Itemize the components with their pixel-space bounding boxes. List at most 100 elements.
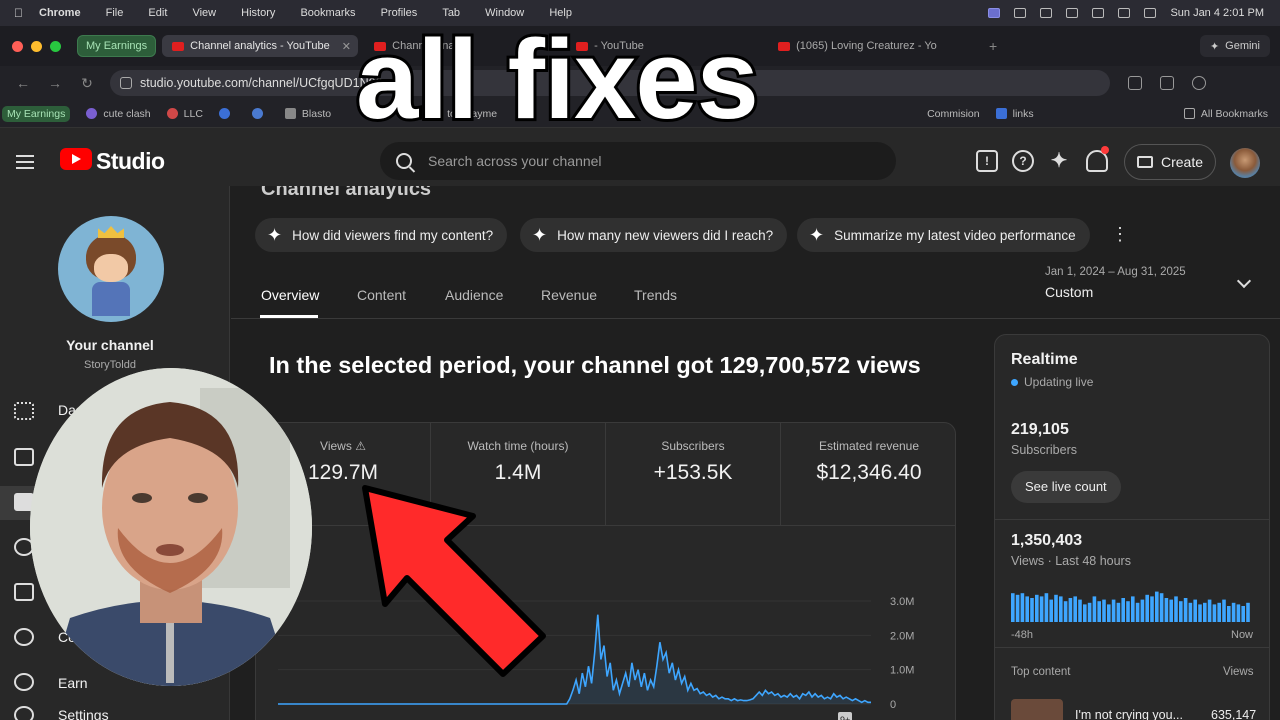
all-bookmarks[interactable]: All Bookmarks [1183, 108, 1268, 120]
bookmark-item[interactable]: links [995, 108, 1034, 120]
search-icon[interactable] [1144, 8, 1157, 18]
subtitles-icon[interactable] [14, 583, 34, 601]
realtime-bar[interactable] [1107, 604, 1111, 622]
realtime-bar[interactable] [1227, 606, 1231, 622]
realtime-bar[interactable] [1203, 602, 1207, 622]
bookmark-item[interactable] [218, 108, 236, 119]
close-window-button[interactable] [12, 40, 23, 52]
realtime-bar[interactable] [1212, 604, 1217, 622]
settings-icon[interactable] [14, 706, 34, 720]
feedback-icon[interactable]: ! [976, 150, 998, 172]
realtime-bar[interactable] [1059, 596, 1063, 622]
date-range-text[interactable]: Jan 1, 2024 – Aug 31, 2025 [1045, 266, 1186, 278]
status-icon[interactable] [1066, 8, 1079, 18]
realtime-bar[interactable] [1217, 602, 1221, 622]
extension-icon[interactable] [1160, 76, 1174, 90]
youtube-logo-icon[interactable] [60, 148, 92, 170]
apple-icon[interactable]:  [14, 6, 23, 20]
copyright-icon[interactable] [14, 628, 34, 646]
bookmark-my-earnings[interactable]: My Earnings [2, 105, 71, 122]
bookmark-item[interactable]: Blasto [284, 108, 331, 120]
account-avatar[interactable] [1230, 148, 1260, 178]
realtime-bar[interactable] [1111, 599, 1116, 622]
realtime-bar[interactable] [1063, 601, 1068, 622]
minimize-window-button[interactable] [31, 40, 42, 52]
realtime-bar[interactable] [1039, 596, 1044, 622]
close-tab-icon[interactable]: ✕ [342, 40, 351, 53]
content-icon[interactable] [14, 448, 34, 466]
tab-channel-analytics[interactable]: Channel analytics - YouTube ✕ [162, 35, 359, 57]
chevron-down-icon[interactable] [1236, 273, 1252, 289]
realtime-bar[interactable] [1140, 599, 1145, 622]
wifi-icon[interactable] [1118, 8, 1131, 18]
realtime-bar[interactable] [1135, 602, 1140, 622]
tab-content[interactable]: Content [357, 287, 406, 303]
realtime-bar[interactable] [1083, 604, 1087, 622]
realtime-bar[interactable] [1068, 598, 1073, 622]
menu-history[interactable]: History [241, 7, 275, 19]
realtime-bar[interactable] [1116, 602, 1121, 622]
sidebar-item-earn[interactable]: Earn [58, 675, 88, 691]
realtime-bar[interactable] [1174, 596, 1178, 622]
reload-icon[interactable]: ↻ [78, 75, 96, 92]
maximize-window-button[interactable] [50, 40, 61, 52]
realtime-bar[interactable] [1246, 602, 1250, 622]
realtime-bar[interactable] [1049, 599, 1053, 622]
help-icon[interactable]: ? [1012, 150, 1034, 172]
new-tab-button[interactable]: + [984, 38, 1002, 54]
menu-file[interactable]: File [106, 7, 124, 19]
realtime-bar[interactable] [1030, 598, 1034, 622]
realtime-bar[interactable] [1222, 599, 1226, 622]
realtime-bar[interactable] [1102, 599, 1106, 622]
realtime-bar[interactable] [1150, 596, 1154, 622]
realtime-bar[interactable] [1025, 596, 1029, 622]
metric-revenue[interactable]: Estimated revenue $12,346.40 [781, 423, 955, 525]
earn-icon[interactable] [14, 673, 34, 691]
realtime-bar[interactable] [1044, 593, 1049, 622]
realtime-bar[interactable] [1164, 598, 1169, 622]
realtime-bar[interactable] [1121, 598, 1125, 622]
realtime-bar[interactable] [1054, 594, 1058, 622]
realtime-bar[interactable] [1198, 604, 1202, 622]
tab-revenue[interactable]: Revenue [541, 287, 597, 303]
sidebar-item-settings[interactable]: Settings [58, 707, 109, 720]
forward-icon[interactable]: → [46, 75, 64, 91]
create-button[interactable]: Create [1124, 144, 1216, 180]
ai-question-chip[interactable]: ✦ How many new viewers did I reach? [520, 218, 788, 252]
realtime-bar[interactable] [1231, 602, 1236, 622]
video-thumbnail[interactable] [1011, 699, 1063, 720]
realtime-bar[interactable] [1193, 599, 1197, 622]
channel-avatar[interactable] [58, 216, 164, 322]
tab-audience[interactable]: Audience [445, 287, 503, 303]
realtime-bar[interactable] [1131, 596, 1135, 622]
realtime-bar[interactable] [1092, 596, 1097, 622]
realtime-bar[interactable] [1145, 594, 1149, 622]
dashboard-icon[interactable] [14, 402, 34, 420]
bookmark-item[interactable]: Commision [927, 108, 980, 120]
realtime-bar[interactable] [1183, 598, 1188, 622]
status-icon[interactable] [1040, 8, 1053, 18]
top-content-title[interactable]: I'm not crying you... [1075, 708, 1183, 720]
realtime-bar[interactable] [1159, 593, 1164, 622]
search-bar[interactable]: Search across your channel [380, 142, 896, 180]
realtime-bar[interactable] [1126, 601, 1130, 622]
menu-view[interactable]: View [192, 7, 216, 19]
realtime-bar[interactable] [1020, 593, 1025, 622]
menu-icon[interactable] [16, 155, 34, 173]
tab-trends[interactable]: Trends [634, 287, 677, 303]
profile-icon[interactable] [1192, 76, 1206, 90]
ai-question-chip[interactable]: ✦ Summarize my latest video performance [797, 218, 1090, 252]
realtime-bar[interactable] [1155, 591, 1159, 622]
realtime-bar[interactable] [1188, 602, 1193, 622]
ai-question-chip[interactable]: ✦ How did viewers find my content? [255, 218, 508, 252]
realtime-bar[interactable] [1179, 601, 1183, 622]
realtime-bar[interactable] [1087, 602, 1092, 622]
menu-edit[interactable]: Edit [148, 7, 167, 19]
browser-tab[interactable]: (1065) Loving Creaturez - Yo [768, 35, 964, 57]
realtime-bar[interactable] [1207, 599, 1212, 622]
metric-subscribers[interactable]: Subscribers +153.5K [606, 423, 781, 525]
realtime-bar[interactable] [1097, 601, 1101, 622]
bookmark-item[interactable]: cute clash [86, 108, 151, 120]
more-options-icon[interactable]: ⋮ [1111, 224, 1129, 245]
screen-share-icon[interactable] [988, 8, 1001, 18]
